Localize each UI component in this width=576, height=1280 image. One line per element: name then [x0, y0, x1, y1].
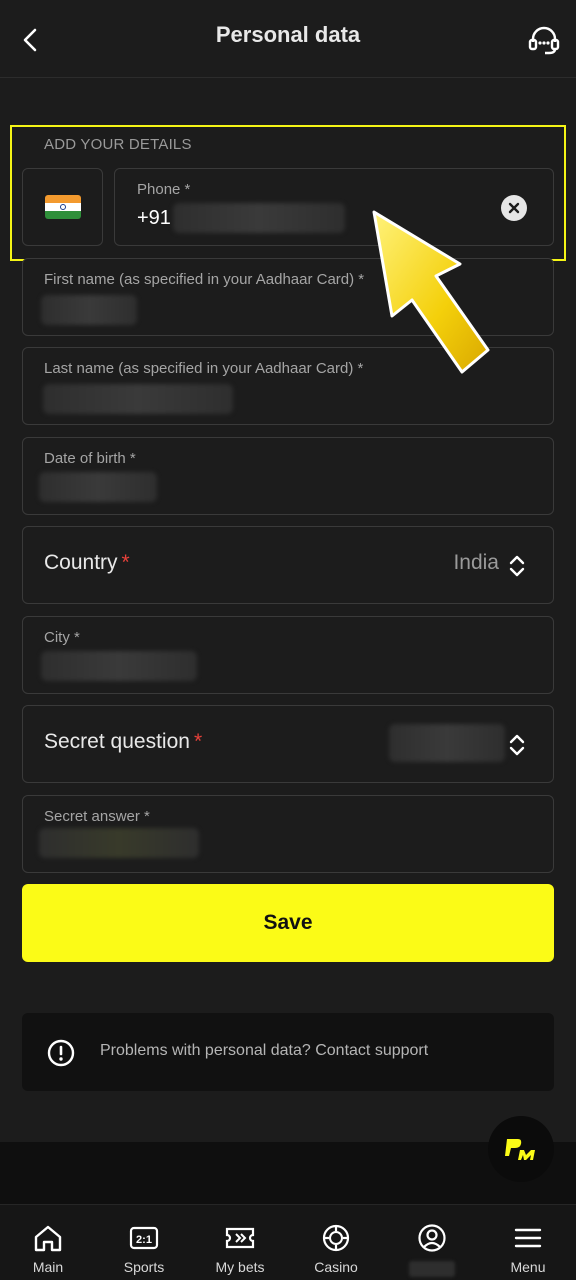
pm-logo-icon	[505, 1139, 535, 1160]
home-icon	[34, 1225, 62, 1252]
country-label: Country *	[44, 551, 130, 574]
last-name-label: Last name (as specified in your Aadhaar …	[44, 360, 364, 377]
pointer-arrow-annotation	[372, 210, 490, 374]
support-notice[interactable]: Problems with personal data? Contact sup…	[22, 1013, 554, 1091]
updown-chevron-icon	[509, 555, 525, 577]
date-of-birth-field[interactable]: Date of birth *	[22, 437, 554, 515]
country-value: India	[453, 551, 499, 574]
tab-label: Main	[32, 1259, 64, 1275]
hamburger-icon	[514, 1228, 542, 1248]
updown-chevron-icon	[509, 734, 525, 756]
ticket-icon	[225, 1227, 255, 1249]
tab-main[interactable]: Main	[0, 1205, 96, 1280]
redacted-label	[409, 1261, 455, 1277]
tab-casino[interactable]: Casino	[288, 1205, 384, 1280]
redacted-value	[41, 295, 137, 325]
secret-answer-label: Secret answer *	[44, 808, 150, 825]
secret-answer-field[interactable]: Secret answer *	[22, 795, 554, 873]
tab-label: My bets	[215, 1259, 265, 1275]
redacted-value	[39, 828, 199, 858]
tab-menu[interactable]: Menu	[480, 1205, 576, 1280]
save-button[interactable]: Save	[22, 884, 554, 962]
secret-question-select[interactable]: Secret question *	[22, 705, 554, 783]
city-field[interactable]: City *	[22, 616, 554, 694]
city-label: City *	[44, 629, 80, 646]
tab-profile[interactable]	[384, 1205, 480, 1280]
tab-label: Menu	[510, 1259, 546, 1275]
tab-sports[interactable]: 2:1 Sports	[96, 1205, 192, 1280]
secret-question-label: Secret question *	[44, 730, 203, 753]
bottom-tab-bar: Main 2:1 Sports My bets Casino Menu	[0, 1204, 576, 1280]
tab-label: Casino	[314, 1259, 358, 1275]
profile-icon	[418, 1224, 446, 1252]
tab-label: Sports	[123, 1259, 165, 1275]
svg-text:2:1: 2:1	[136, 1234, 152, 1246]
scoreboard-icon: 2:1	[129, 1226, 159, 1250]
redacted-value	[39, 472, 157, 502]
required-mark: *	[193, 730, 203, 753]
tab-my-bets[interactable]: My bets	[192, 1205, 288, 1280]
first-name-label: First name (as specified in your Aadhaar…	[44, 271, 365, 288]
pm-logo-button[interactable]	[488, 1116, 554, 1182]
redacted-value	[43, 384, 233, 414]
country-select[interactable]: Country * India	[22, 526, 554, 604]
page-title: Personal data	[215, 22, 361, 47]
redacted-value	[41, 651, 197, 681]
date-of-birth-label: Date of birth *	[44, 450, 136, 467]
top-bar: Personal data	[0, 0, 576, 78]
info-alert-icon	[47, 1039, 75, 1067]
support-button[interactable]	[522, 18, 566, 62]
redacted-value	[389, 724, 505, 762]
required-mark: *	[121, 551, 130, 574]
chip-icon	[322, 1224, 350, 1252]
support-notice-text: Problems with personal data? Contact sup…	[100, 1042, 429, 1059]
headset-icon	[528, 26, 560, 55]
